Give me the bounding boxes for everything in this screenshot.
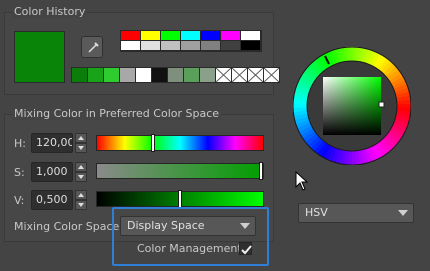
empty-slot-icon — [216, 68, 231, 82]
empty-color-slot[interactable] — [247, 67, 264, 83]
value-slider[interactable] — [96, 190, 264, 208]
saturation-label: S: — [14, 166, 25, 179]
palette-swatch[interactable] — [181, 31, 201, 41]
chevron-up-icon — [78, 193, 84, 197]
palette-swatch[interactable] — [141, 31, 161, 41]
basic-color-palette[interactable] — [120, 30, 262, 52]
mixing-space-value: Display Space — [127, 219, 205, 232]
chevron-down-icon — [78, 146, 84, 150]
value-decrement-button[interactable] — [75, 200, 87, 210]
value-slider-handle[interactable] — [178, 190, 182, 208]
empty-color-slot[interactable] — [263, 67, 280, 83]
saturation-decrement-button[interactable] — [75, 172, 87, 182]
color-management-label: Color Management — [137, 242, 242, 255]
value-label: V: — [14, 194, 25, 207]
eyedropper-button[interactable] — [81, 36, 103, 58]
chevron-up-icon — [78, 165, 84, 169]
chevron-down-icon — [78, 203, 84, 207]
recent-color-swatch[interactable] — [87, 67, 104, 83]
color-model-value: HSV — [305, 206, 328, 219]
palette-swatch[interactable] — [181, 41, 201, 51]
palette-swatch[interactable] — [221, 31, 241, 41]
recent-colors-row[interactable] — [71, 67, 280, 83]
color-history-title: Color History — [12, 5, 88, 18]
recent-color-swatch[interactable] — [183, 67, 200, 83]
hue-label: H: — [14, 137, 26, 150]
eyedropper-icon — [88, 42, 99, 53]
recent-color-swatch[interactable] — [119, 67, 136, 83]
saturation-stepper[interactable] — [75, 162, 87, 182]
palette-swatch[interactable] — [241, 31, 261, 41]
checkmark-icon — [241, 245, 252, 255]
empty-slot-icon — [232, 68, 247, 82]
recent-color-swatch[interactable] — [103, 67, 120, 83]
hue-stepper[interactable] — [75, 133, 87, 153]
value-stepper[interactable] — [75, 190, 87, 210]
color-management-checkbox[interactable] — [239, 242, 252, 255]
chevron-down-icon — [78, 175, 84, 179]
current-color-swatch[interactable] — [14, 31, 65, 83]
palette-swatch[interactable] — [161, 41, 181, 51]
saturation-value-square[interactable] — [323, 77, 381, 135]
color-model-dropdown[interactable]: HSV — [298, 203, 414, 223]
hue-slider-handle[interactable] — [151, 134, 155, 152]
saturation-slider-handle[interactable] — [259, 162, 263, 180]
palette-swatch[interactable] — [241, 41, 261, 51]
empty-slot-icon — [264, 68, 279, 82]
empty-color-slot[interactable] — [231, 67, 248, 83]
recent-color-swatch[interactable] — [167, 67, 184, 83]
value-input[interactable]: 0,500 — [31, 190, 73, 210]
mixing-space-dropdown[interactable]: Display Space — [120, 216, 256, 236]
chevron-down-icon — [240, 223, 250, 229]
palette-swatch[interactable] — [201, 41, 221, 51]
palette-swatch[interactable] — [201, 31, 221, 41]
mixing-title: Mixing Color in Preferred Color Space — [12, 107, 222, 120]
dropdown-arrow — [393, 204, 413, 222]
hue-slider[interactable] — [96, 134, 264, 152]
hue-decrement-button[interactable] — [75, 143, 87, 153]
mixing-space-label: Mixing Color Space: — [14, 220, 124, 233]
recent-color-swatch[interactable] — [71, 67, 88, 83]
saturation-slider[interactable] — [96, 162, 264, 180]
sv-cursor[interactable] — [378, 101, 385, 108]
empty-slot-icon — [248, 68, 263, 82]
value-increment-button[interactable] — [75, 190, 87, 200]
recent-color-swatch[interactable] — [199, 67, 216, 83]
palette-swatch[interactable] — [141, 41, 161, 51]
palette-swatch[interactable] — [121, 41, 141, 51]
recent-color-swatch[interactable] — [135, 67, 152, 83]
hue-input[interactable]: 120,000 — [31, 133, 73, 153]
dropdown-arrow — [235, 217, 255, 235]
recent-color-swatch[interactable] — [151, 67, 168, 83]
palette-swatch[interactable] — [221, 41, 241, 51]
palette-swatch[interactable] — [121, 31, 141, 41]
saturation-increment-button[interactable] — [75, 162, 87, 172]
mouse-pointer-icon — [295, 171, 309, 191]
empty-color-slot[interactable] — [215, 67, 232, 83]
hsv-color-wheel[interactable] — [293, 47, 411, 165]
hue-increment-button[interactable] — [75, 133, 87, 143]
chevron-down-icon — [398, 210, 408, 216]
palette-swatch[interactable] — [161, 31, 181, 41]
saturation-input[interactable]: 1,000 — [31, 162, 73, 182]
chevron-up-icon — [78, 136, 84, 140]
